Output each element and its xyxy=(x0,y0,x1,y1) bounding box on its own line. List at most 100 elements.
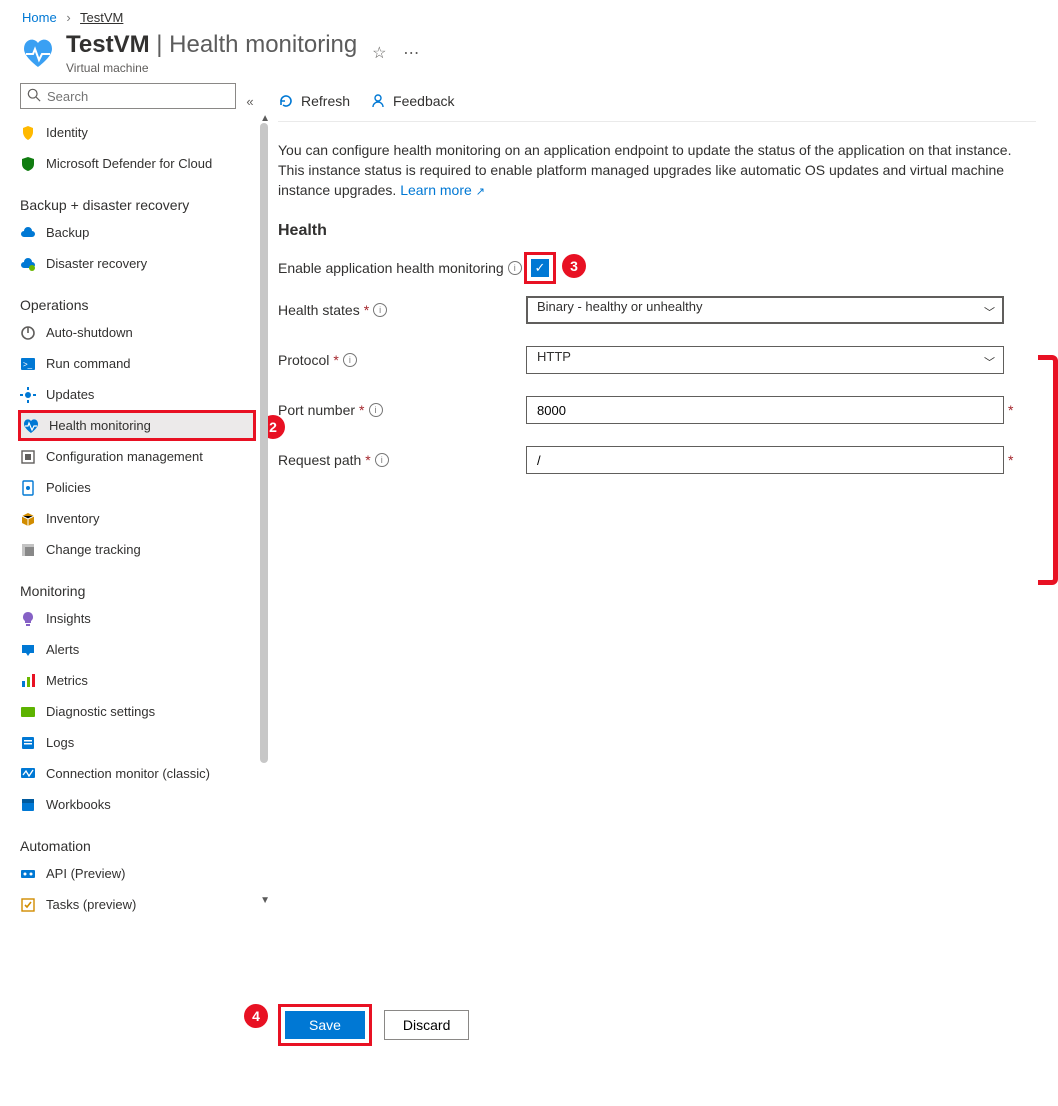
breadcrumb: Home › TestVM xyxy=(0,0,1058,31)
sidebar-item-label: Disaster recovery xyxy=(46,256,147,271)
sidebar-group-title: Automation xyxy=(20,820,256,858)
changes-icon xyxy=(20,542,36,558)
callout-badge-3: 3 xyxy=(562,254,586,278)
request-path-label: Request path xyxy=(278,452,361,468)
sidebar-item-alerts[interactable]: Alerts xyxy=(18,634,256,665)
diag-icon xyxy=(20,704,36,720)
more-actions-icon[interactable]: ⋯ xyxy=(401,43,421,63)
sidebar-item-identity[interactable]: Identity xyxy=(18,117,256,148)
sidebar-item-label: Updates xyxy=(46,387,94,402)
heart-icon xyxy=(23,418,39,434)
sidebar-item-metrics[interactable]: Metrics xyxy=(18,665,256,696)
health-states-select[interactable]: Binary - healthy or unhealthy ﹀ xyxy=(526,296,1004,324)
protocol-select[interactable]: HTTP ﹀ xyxy=(526,346,1004,374)
sidebar-group-title: Backup + disaster recovery xyxy=(20,179,256,217)
enable-checkbox-wrap: ✓ xyxy=(526,254,554,282)
sidebar-item-label: Backup xyxy=(46,225,89,240)
port-input[interactable] xyxy=(526,396,1004,424)
sidebar-item-label: Inventory xyxy=(46,511,99,526)
crumb-separator-icon: › xyxy=(66,10,70,25)
sidebar-item-api-preview-[interactable]: API (Preview) xyxy=(18,858,256,889)
sidebar-item-microsoft-defender-for-cloud[interactable]: Microsoft Defender for Cloud xyxy=(18,148,256,179)
shield-icon xyxy=(20,156,36,172)
sidebar-item-connection-monitor-classic-[interactable]: Connection monitor (classic) xyxy=(18,758,256,789)
sidebar-item-label: Auto-shutdown xyxy=(46,325,133,340)
resource-type-label: Virtual machine xyxy=(66,61,357,75)
sidebar-item-label: Change tracking xyxy=(46,542,141,557)
info-icon[interactable]: i xyxy=(343,353,357,367)
connmon-icon xyxy=(20,766,36,782)
sidebar-item-auto-shutdown[interactable]: Auto-shutdown xyxy=(18,317,256,348)
callout-badge-4: 4 xyxy=(244,1004,268,1028)
alert-icon xyxy=(20,642,36,658)
page-title: TestVM | Health monitoring xyxy=(66,31,357,59)
sidebar-item-label: Logs xyxy=(46,735,74,750)
sidebar-item-diagnostic-settings[interactable]: Diagnostic settings xyxy=(18,696,256,727)
logs-icon xyxy=(20,735,36,751)
sidebar-item-workbooks[interactable]: Workbooks xyxy=(18,789,256,820)
required-asterisk-icon: * xyxy=(365,452,370,468)
sidebar-item-logs[interactable]: Logs xyxy=(18,727,256,758)
sidebar-item-label: Health monitoring xyxy=(49,418,151,433)
refresh-button[interactable]: Refresh xyxy=(278,93,350,109)
discard-button[interactable]: Discard xyxy=(384,1010,469,1040)
sidebar-item-change-tracking[interactable]: Change tracking xyxy=(18,534,256,565)
feedback-button[interactable]: Feedback xyxy=(370,93,454,109)
learn-more-link[interactable]: Learn more ↗ xyxy=(400,182,485,198)
info-icon[interactable]: i xyxy=(375,453,389,467)
config-icon xyxy=(20,449,36,465)
api-icon xyxy=(20,866,36,882)
vm-heart-icon xyxy=(22,37,54,69)
sidebar-item-policies[interactable]: Policies xyxy=(18,472,256,503)
workbook-icon xyxy=(20,797,36,813)
sidebar-item-label: Run command xyxy=(46,356,131,371)
sidebar-item-health-monitoring[interactable]: Health monitoring2 xyxy=(18,410,256,441)
box-icon xyxy=(20,511,36,527)
sidebar-group-title: Monitoring xyxy=(20,565,256,603)
gear-icon xyxy=(20,387,36,403)
sidebar-search-input[interactable] xyxy=(20,83,236,109)
sidebar-item-inventory[interactable]: Inventory xyxy=(18,503,256,534)
required-asterisk-icon: * xyxy=(333,352,338,368)
sidebar-item-run-command[interactable]: >_Run command xyxy=(18,348,256,379)
info-icon[interactable]: i xyxy=(369,403,383,417)
health-states-label: Health states xyxy=(278,302,360,318)
chevron-down-icon: ﹀ xyxy=(984,304,995,320)
sidebar-item-label: Tasks (preview) xyxy=(46,897,136,912)
sidebar-item-label: Microsoft Defender for Cloud xyxy=(46,156,212,171)
search-icon xyxy=(27,88,41,102)
save-button[interactable]: Save xyxy=(285,1011,365,1039)
sidebar-item-tasks-preview-[interactable]: Tasks (preview) xyxy=(18,889,256,920)
chevron-down-icon: ﹀ xyxy=(984,354,995,370)
crumb-current[interactable]: TestVM xyxy=(80,10,123,25)
sidebar-item-updates[interactable]: Updates xyxy=(18,379,256,410)
sidebar-item-insights[interactable]: Insights xyxy=(18,603,256,634)
intro-text: You can configure health monitoring on a… xyxy=(278,140,1036,202)
request-path-input[interactable] xyxy=(526,446,1004,474)
feedback-icon xyxy=(370,93,386,109)
sidebar-item-label: Policies xyxy=(46,480,91,495)
required-asterisk-icon: * xyxy=(1008,402,1013,418)
dr-icon xyxy=(20,256,36,272)
sidebar-group-title: Operations xyxy=(20,279,256,317)
sidebar: « IdentityMicrosoft Defender for CloudBa… xyxy=(0,77,256,1106)
sidebar-item-configuration-management[interactable]: Configuration management xyxy=(18,441,256,472)
info-icon[interactable]: i xyxy=(508,261,522,275)
command-bar: Refresh Feedback xyxy=(278,77,1036,122)
crumb-home[interactable]: Home xyxy=(22,10,57,25)
required-asterisk-icon: * xyxy=(359,402,364,418)
sidebar-item-disaster-recovery[interactable]: Disaster recovery xyxy=(18,248,256,279)
favorite-star-icon[interactable]: ☆ xyxy=(369,43,389,63)
port-label: Port number xyxy=(278,402,355,418)
sidebar-item-label: Alerts xyxy=(46,642,79,657)
tasks-icon xyxy=(20,897,36,913)
main-content: Refresh Feedback You can configure healt… xyxy=(256,77,1058,1106)
identity-icon xyxy=(20,125,36,141)
sidebar-item-label: Insights xyxy=(46,611,91,626)
section-title: Health xyxy=(278,222,1036,240)
sidebar-item-backup[interactable]: Backup xyxy=(18,217,256,248)
callout-frame-4: Save xyxy=(278,1004,372,1046)
backup-icon xyxy=(20,225,36,241)
info-icon[interactable]: i xyxy=(373,303,387,317)
sidebar-item-label: Metrics xyxy=(46,673,88,688)
